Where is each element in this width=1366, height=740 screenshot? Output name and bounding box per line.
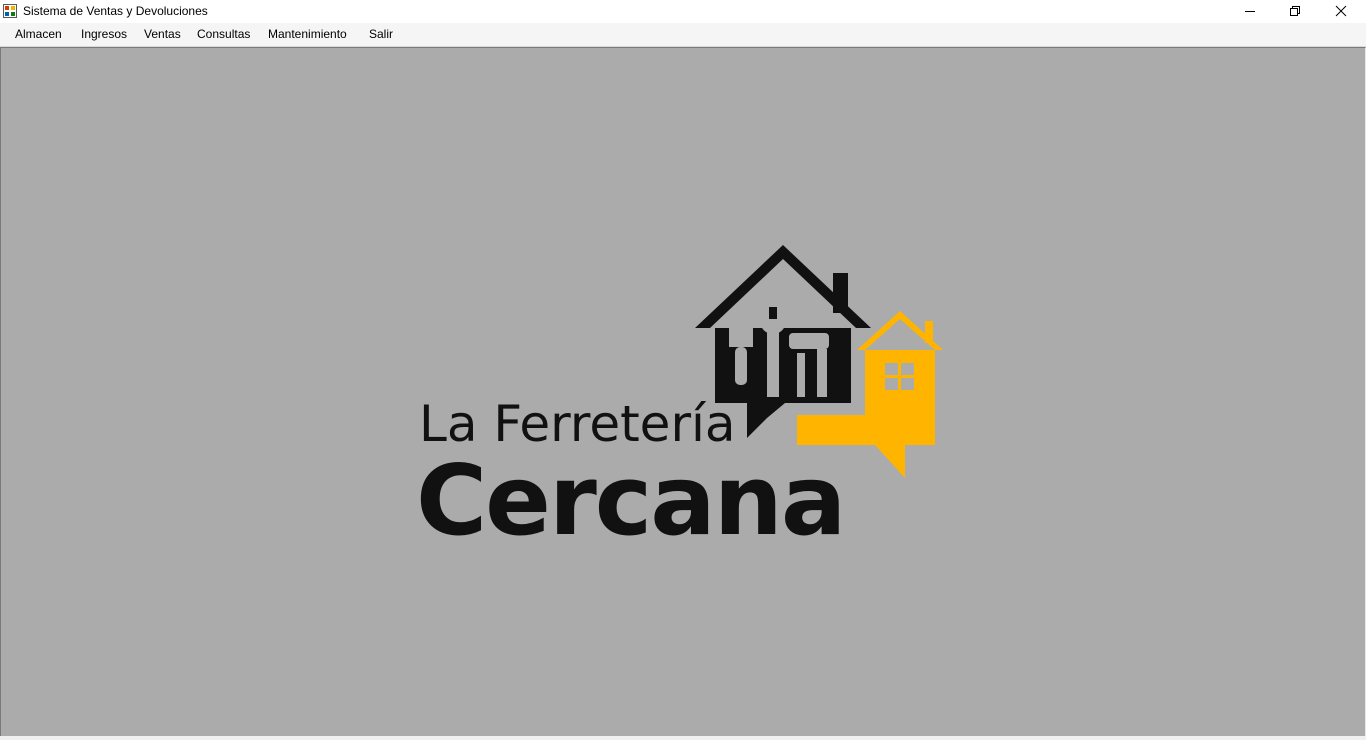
form-icon: [3, 4, 17, 18]
menu-ingresos[interactable]: Ingresos: [81, 27, 127, 41]
menu-bar: Almacen Ingresos Ventas Consultas Manten…: [0, 23, 1366, 47]
logo-text-line2: Cercana: [416, 444, 846, 557]
menu-almacen[interactable]: Almacen: [15, 27, 62, 41]
logo-text-line1: La Ferretería: [419, 395, 736, 453]
minimize-icon: [1245, 11, 1255, 12]
window-bottom-border: [0, 736, 1366, 740]
main-window: Sistema de Ventas y Devoluciones Almacen…: [0, 0, 1366, 740]
close-button[interactable]: [1318, 0, 1364, 22]
minimize-button[interactable]: [1227, 0, 1273, 22]
menu-ventas[interactable]: Ventas: [144, 27, 181, 41]
window-title: Sistema de Ventas y Devoluciones: [23, 4, 208, 18]
menu-salir[interactable]: Salir: [369, 27, 393, 41]
restore-button[interactable]: [1272, 0, 1318, 22]
menu-consultas[interactable]: Consultas: [197, 27, 250, 41]
close-icon: [1335, 5, 1347, 17]
restore-icon: [1290, 6, 1300, 16]
menu-mantenimiento[interactable]: Mantenimiento: [268, 27, 347, 41]
title-bar[interactable]: Sistema de Ventas y Devoluciones: [0, 0, 1366, 23]
